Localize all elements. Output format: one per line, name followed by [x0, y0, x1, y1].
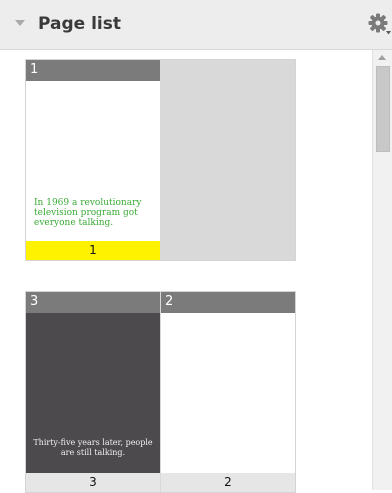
page-label: 2 — [161, 473, 295, 492]
page-label: 3 — [26, 473, 160, 492]
page-thumbnail-1[interactable]: 1 In 1969 a revolutionary television pro… — [26, 60, 160, 260]
page-label: 1 — [26, 241, 160, 260]
page-thumbnail-3[interactable]: 3 Thirty-five years later, people are st… — [26, 292, 160, 492]
page-number-bar: 1 — [26, 60, 160, 81]
scrollbar-thumb[interactable] — [376, 66, 390, 152]
page-list-header: Page list — [0, 0, 392, 50]
page-number: 1 — [30, 62, 39, 77]
spread-1: 1 In 1969 a revolutionary television pro… — [25, 59, 296, 261]
gear-icon[interactable] — [368, 13, 392, 37]
page-preview-text: Thirty-five years later, people are stil… — [33, 438, 153, 457]
page-number-bar: 2 — [161, 292, 295, 313]
page-list-panel: 1 In 1969 a revolutionary television pro… — [0, 50, 372, 493]
page-title: Page list — [38, 14, 121, 34]
triangle-down-icon[interactable] — [15, 20, 25, 26]
page-preview — [161, 313, 295, 473]
spread-2: 3 Thirty-five years later, people are st… — [25, 291, 296, 493]
page-number-bar: 3 — [26, 292, 160, 313]
page-preview: Thirty-five years later, people are stil… — [26, 313, 160, 473]
page-number: 2 — [165, 294, 174, 309]
page-number: 3 — [30, 294, 39, 309]
arrow-up-icon[interactable] — [378, 55, 386, 60]
vertical-scrollbar[interactable] — [372, 50, 392, 490]
page-preview: In 1969 a revolutionary television progr… — [26, 81, 160, 241]
page-thumbnail-2[interactable]: 2 2 — [161, 292, 295, 492]
page-preview-text: In 1969 a revolutionary television progr… — [34, 198, 142, 228]
